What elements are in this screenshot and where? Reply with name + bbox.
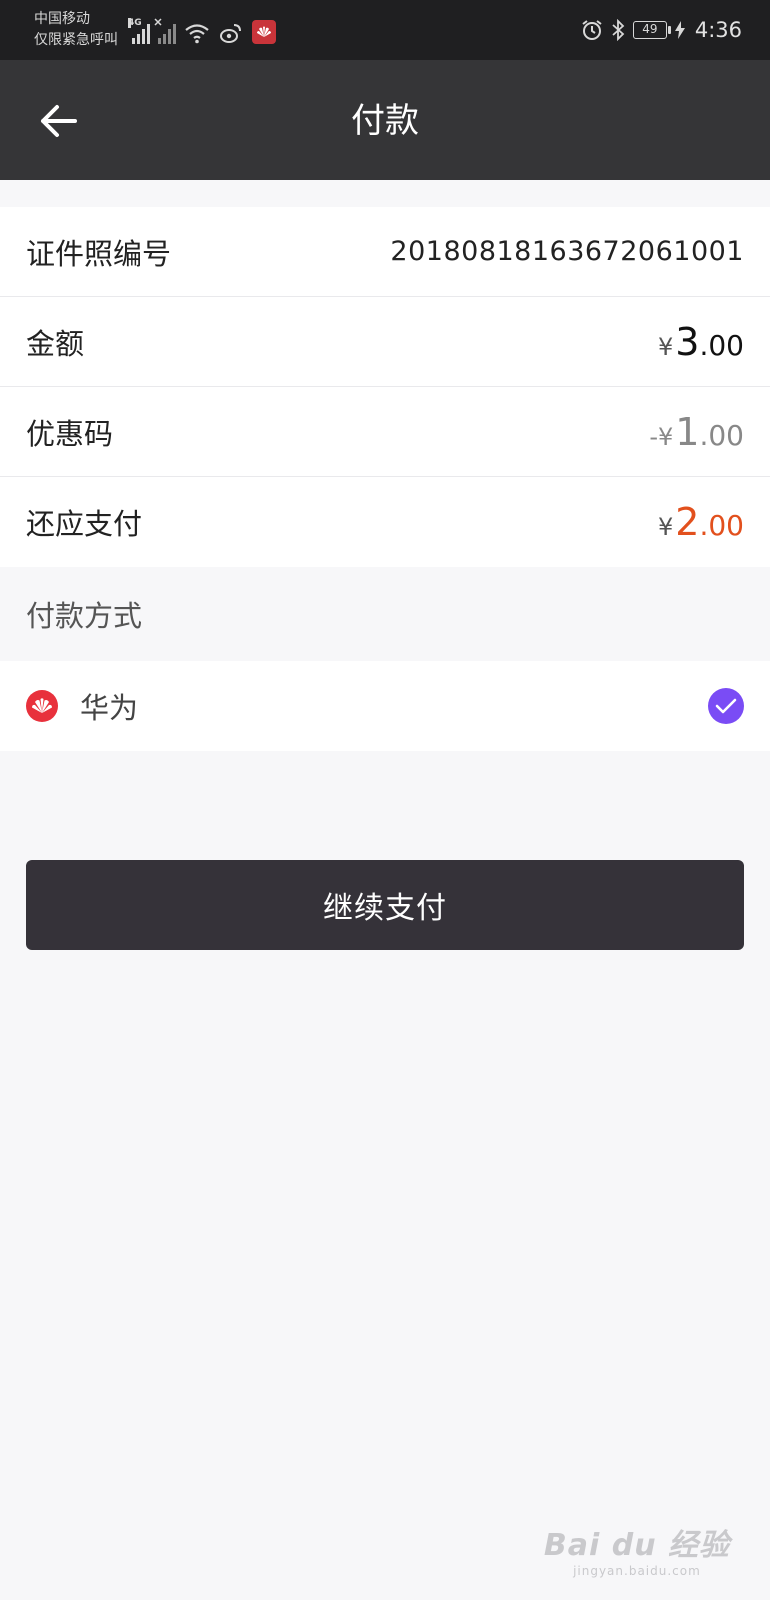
row-label: 金额 [26, 326, 85, 361]
payment-method-huawei[interactable]: 华为 [0, 661, 770, 751]
charging-icon [674, 21, 685, 39]
id-photo-number-row: 证件照编号 20180818163672061001 [0, 207, 770, 297]
signal-4g-icon: 4G [128, 18, 150, 44]
currency-symbol: ¥ [658, 513, 674, 541]
baidu-watermark: Bai du 经验 jingyan.baidu.com [544, 1520, 730, 1578]
row-label: 优惠码 [26, 416, 114, 451]
signal-no-service-icon [154, 18, 176, 44]
coupon-integer: 1 [675, 409, 700, 454]
payment-details: 证件照编号 20180818163672061001 金额 ¥ 3 .00 优惠… [0, 207, 770, 567]
weibo-icon [220, 24, 241, 43]
payment-method-heading: 付款方式 [26, 599, 143, 633]
amount-integer: 3 [675, 319, 700, 364]
bluetooth-icon [612, 19, 625, 41]
watermark-logo: Bai du 经验 [543, 1528, 730, 1563]
clock: 4:36 [694, 18, 742, 42]
battery-icon: 49 [632, 21, 671, 39]
watermark-url: jingyan.baidu.com [573, 1564, 701, 1578]
status-icons-left: 4G [128, 16, 276, 44]
coupon-value: -¥ 1 .00 [649, 410, 744, 454]
alarm-icon [582, 20, 602, 40]
status-icons-right: 49 4:36 [581, 14, 742, 46]
network-type: 4G [128, 18, 142, 28]
coupon-row: 优惠码 -¥ 1 .00 [0, 387, 770, 477]
currency-symbol: -¥ [649, 422, 674, 451]
carrier-name: 中国移动 [34, 11, 90, 27]
amount-value: ¥ 3 .00 [658, 320, 744, 364]
amount-due-row: 还应支付 ¥ 2 .00 [0, 477, 770, 567]
payment-method-name: 华为 [80, 691, 139, 725]
app-bar: 付款 [0, 60, 770, 180]
amount-decimals: .00 [699, 328, 744, 362]
status-bar: 中国移动 仅限紧急呼叫 4G 49 4:36 [0, 0, 770, 60]
id-photo-number: 20180818163672061001 [390, 236, 744, 267]
amount-due-decimals: .00 [699, 509, 744, 542]
page-title: 付款 [351, 101, 419, 141]
amount-row: 金额 ¥ 3 .00 [0, 297, 770, 387]
currency-symbol: ¥ [658, 332, 674, 361]
carrier-status: 仅限紧急呼叫 [34, 32, 118, 48]
row-label: 还应支付 [26, 507, 143, 541]
amount-due-integer: 2 [675, 500, 700, 544]
coupon-decimals: .00 [699, 418, 744, 452]
wifi-icon [185, 24, 209, 44]
amount-due-value: ¥ 2 .00 [658, 500, 744, 544]
huawei-app-icon [252, 20, 276, 44]
carrier-info: 中国移动 仅限紧急呼叫 [34, 9, 118, 51]
huawei-logo-icon [26, 690, 58, 722]
row-label: 证件照编号 [26, 236, 172, 271]
check-circle-icon[interactable] [708, 688, 744, 724]
continue-payment-button[interactable]: 继续支付 [26, 860, 744, 950]
